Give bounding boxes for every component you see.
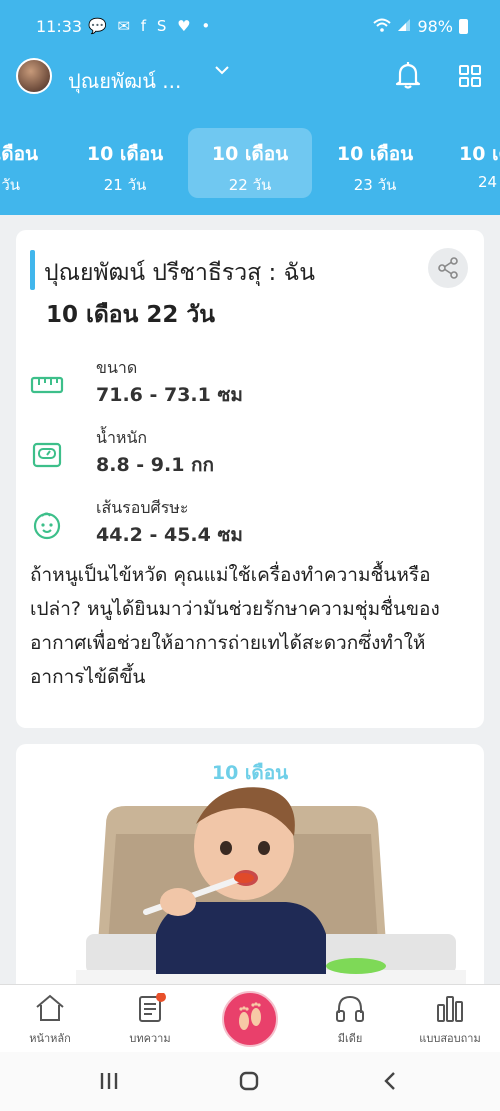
status-right: 98%: [373, 17, 468, 36]
stat-label: ขนาด: [96, 358, 138, 377]
age-tab-day: วัน: [1, 176, 20, 194]
baby-face-icon: [30, 510, 64, 540]
stat-weight: น้ำหนัก 8.8 - 9.1 กก: [30, 426, 450, 486]
signal-icon: [397, 17, 411, 36]
headphones-icon: [334, 993, 366, 1023]
age-tab-day: 23 วัน: [353, 176, 397, 194]
footprints-button[interactable]: [222, 991, 278, 1047]
nav-label: มีเดีย: [337, 1032, 363, 1045]
age-tab[interactable]: 10 เดือน 23 วัน: [313, 128, 437, 198]
battery-icon: [459, 19, 468, 34]
stat-head: เส้นรอบศีรษะ 44.2 - 45.4 ซม: [30, 496, 450, 556]
age-tab[interactable]: 10 เดือน 21 วัน: [63, 128, 187, 198]
app-bar: ปุณยพัฒน์ ...: [0, 52, 500, 102]
age-tab-month: เดือน: [0, 143, 38, 165]
back-icon[interactable]: [380, 1070, 402, 1096]
tip-paragraph: ถ้าหนูเป็นไข้หวัด คุณแม่ใช้เครื่องทำความ…: [30, 564, 440, 688]
avatar[interactable]: [16, 58, 52, 94]
app-header: 11:33 💬 ✉ f S ♥ • 98% ปุณยพัฒน์ ... เดือ…: [0, 0, 500, 215]
stat-label: เส้นรอบศีรษะ: [96, 498, 189, 517]
age-tab-month: 10 เดือน: [211, 143, 289, 165]
stat-length: ขนาด 71.6 - 73.1 ซม: [30, 356, 450, 416]
home-button-icon[interactable]: [238, 1070, 260, 1096]
age-tab-month: 10 เดือน: [336, 143, 414, 165]
age-tab-month: 10 เดือน: [459, 143, 500, 165]
nav-label: หน้าหลัก: [29, 1032, 71, 1045]
title-accent-bar: [30, 250, 35, 290]
system-nav-bar: [0, 1052, 500, 1111]
bar-chart-icon: [434, 993, 466, 1023]
share-icon: [438, 257, 458, 279]
grid-menu-icon[interactable]: [458, 64, 482, 88]
chevron-down-icon[interactable]: [214, 62, 230, 83]
recents-icon[interactable]: [98, 1070, 120, 1096]
stat-value: 8.8 - 9.1 กก: [96, 454, 215, 476]
age-tab[interactable]: 10 เดือน 24: [438, 128, 500, 198]
home-icon: [34, 993, 66, 1023]
battery-text: 98%: [417, 17, 453, 36]
status-bar: 11:33 💬 ✉ f S ♥ • 98%: [0, 14, 500, 42]
stat-value: 71.6 - 73.1 ซม: [96, 384, 243, 406]
nav-home[interactable]: หน้าหลัก: [0, 985, 100, 1053]
card-title-line1: ปุณยพัฒน์ ปรีชาธีรวสุ : ฉัน: [44, 260, 315, 286]
card-title: ปุณยพัฒน์ ปรีชาธีรวสุ : ฉัน 10 เดือน 22 …: [44, 252, 424, 336]
nav-label: แบบสอบถาม: [419, 1032, 481, 1045]
age-tabs: เดือน วัน 10 เดือน 21 วัน 10 เดือน 22 วั…: [0, 128, 500, 198]
bottom-nav: หน้าหลัก บทความ มีเดีย แบบสอบถาม: [0, 984, 500, 1052]
article-icon: [134, 992, 166, 1023]
baby-photo: [76, 787, 466, 994]
bell-icon[interactable]: [394, 60, 422, 90]
notification-icons: 💬 ✉ f S ♥ •: [88, 17, 214, 35]
ruler-icon: [30, 370, 64, 400]
scale-icon: [30, 440, 64, 470]
age-tab-day: 22 วัน: [228, 176, 272, 194]
card-title-line2: 10 เดือน 22 วัน: [46, 302, 216, 328]
wifi-icon: [373, 18, 392, 36]
nav-articles[interactable]: บทความ: [100, 985, 200, 1053]
month-image-card[interactable]: 10 เดือน: [16, 744, 484, 994]
stat-value: 44.2 - 45.4 ซม: [96, 524, 243, 546]
age-tab-active[interactable]: 10 เดือน 22 วัน: [188, 128, 312, 198]
age-tab-month: 10 เดือน: [86, 143, 164, 165]
age-tab-day: 21 วัน: [103, 176, 147, 194]
nav-label: บทความ: [129, 1032, 171, 1045]
stat-label: น้ำหนัก: [96, 428, 148, 447]
age-tab-day: 24: [478, 173, 498, 191]
child-name[interactable]: ปุณยพัฒน์ ...: [68, 65, 181, 97]
nav-media[interactable]: มีเดีย: [300, 985, 400, 1053]
status-time: 11:33: [36, 17, 83, 36]
footprints-icon: [239, 1002, 261, 1030]
nav-survey[interactable]: แบบสอบถาม: [400, 985, 500, 1053]
age-tab[interactable]: เดือน วัน: [0, 128, 60, 198]
growth-card: ปุณยพัฒน์ ปรีชาธีรวสุ : ฉัน 10 เดือน 22 …: [16, 230, 484, 728]
share-button[interactable]: [428, 248, 468, 288]
